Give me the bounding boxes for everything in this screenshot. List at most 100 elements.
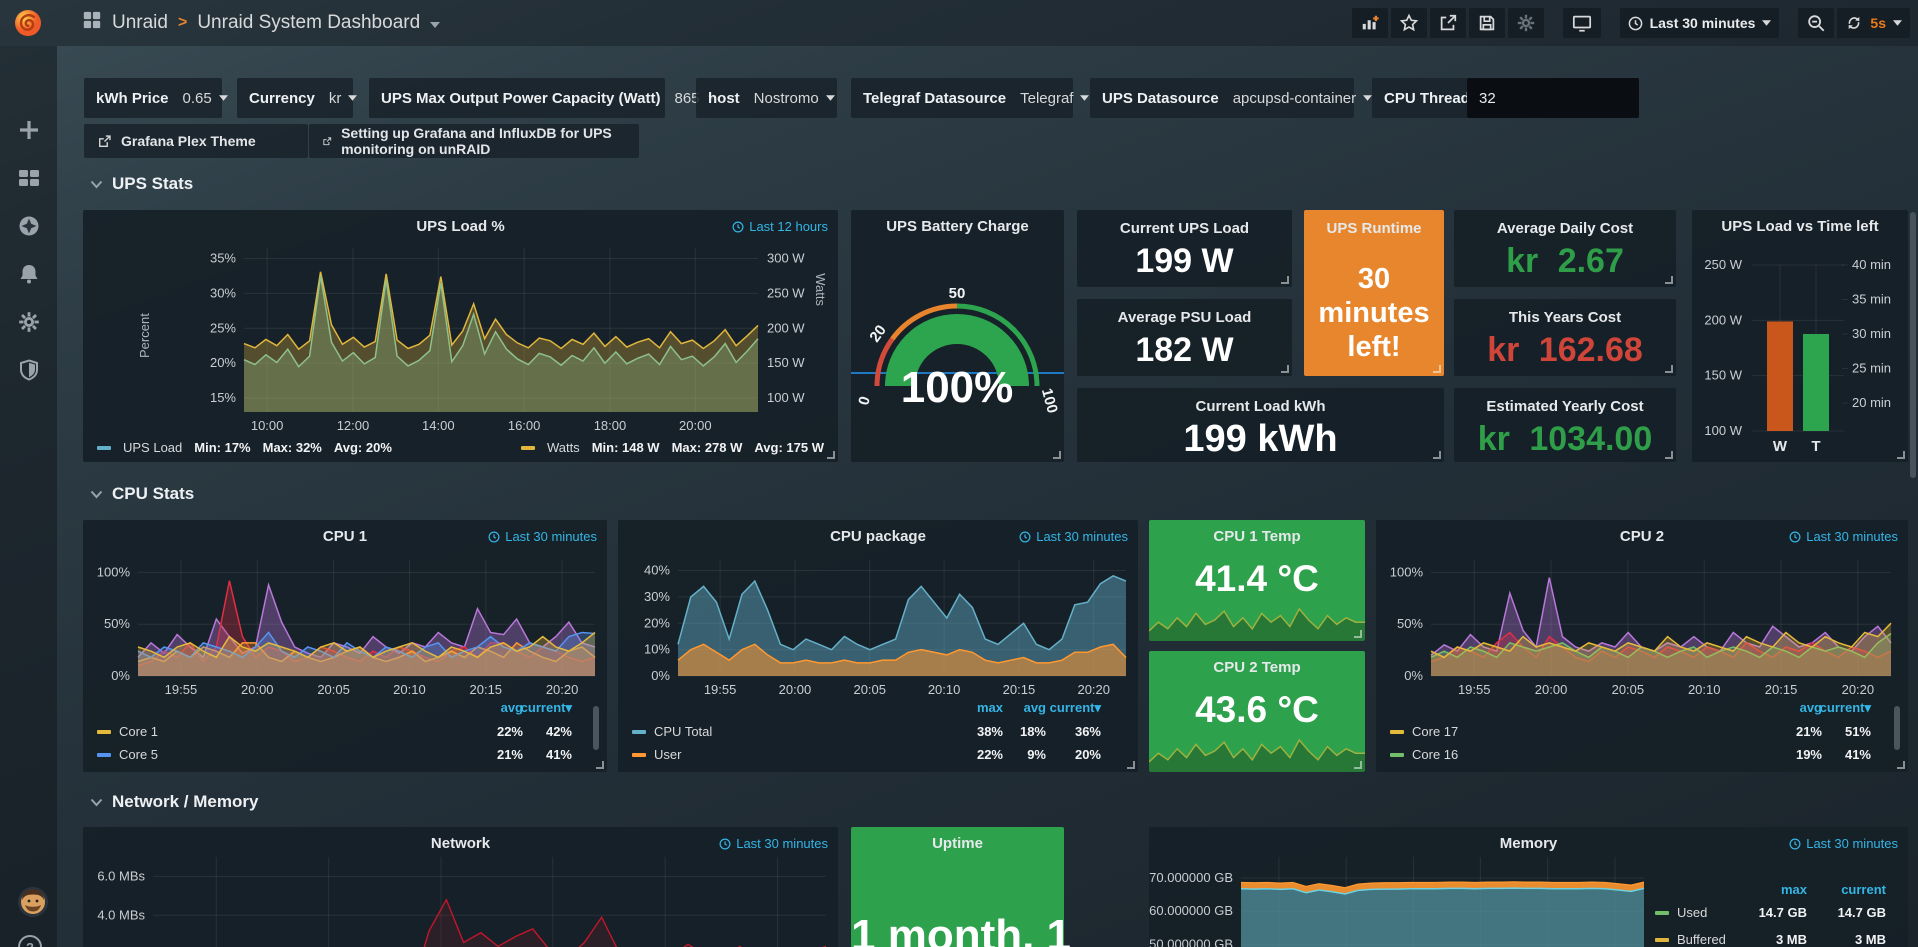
alerting-bell-icon[interactable] bbox=[17, 262, 41, 286]
svg-text:10:00: 10:00 bbox=[251, 418, 284, 433]
refresh-button[interactable]: 5s bbox=[1837, 8, 1910, 38]
configuration-gear-icon[interactable] bbox=[17, 310, 41, 334]
variable-label: UPS Max Output Power Capacity (Watt) bbox=[381, 90, 660, 107]
legend-series-name[interactable]: UPS Load bbox=[123, 440, 182, 455]
caret-down-icon bbox=[348, 95, 357, 101]
stat-title[interactable]: Average PSU Load bbox=[1077, 309, 1292, 326]
legend-text[interactable]: Used bbox=[1677, 905, 1707, 920]
dashboard-title[interactable]: Unraid System Dashboard bbox=[197, 12, 420, 34]
stat-title[interactable]: UPS Runtime bbox=[1304, 220, 1444, 237]
stat-value: 41.4 °C bbox=[1149, 558, 1365, 600]
variable-currency[interactable]: Currency kr bbox=[237, 78, 353, 118]
legend-scrollbar[interactable] bbox=[593, 706, 599, 750]
dashboards-icon[interactable] bbox=[17, 166, 41, 190]
svg-text:300 W: 300 W bbox=[767, 250, 805, 265]
legend-series-marker bbox=[97, 730, 111, 734]
legend-header: avg bbox=[1800, 700, 1822, 715]
stat-title[interactable]: Estimated Yearly Cost bbox=[1454, 398, 1676, 415]
link-ups-monitoring-guide[interactable]: Setting up Grafana and InfluxDB for UPS … bbox=[309, 124, 639, 158]
time-picker-button[interactable]: Last 30 minutes bbox=[1620, 8, 1780, 38]
stat-title[interactable]: Uptime bbox=[851, 835, 1064, 852]
legend-stat: Max: 32% bbox=[263, 440, 322, 455]
svg-text:50: 50 bbox=[949, 285, 966, 302]
variable-ups-datasource[interactable]: UPS Datasource apcupsd-container bbox=[1090, 78, 1354, 118]
legend-text[interactable]: Core 16 bbox=[1412, 747, 1458, 762]
stat-title[interactable]: This Years Cost bbox=[1454, 309, 1676, 326]
stat-title[interactable]: CPU 1 Temp bbox=[1149, 528, 1365, 545]
page-scrollbar[interactable] bbox=[1910, 212, 1916, 478]
legend-series[interactable]: UPS LoadMin: 17%Max: 32%Avg: 20% bbox=[97, 440, 392, 455]
network-chart[interactable]: 6.0 MBs4.0 MBs2.0 MBs bbox=[83, 827, 838, 947]
legend-text[interactable]: CPU Total bbox=[654, 724, 712, 739]
svg-text:4.0 MBs: 4.0 MBs bbox=[97, 907, 145, 922]
user-avatar[interactable] bbox=[17, 886, 41, 910]
ups-load-chart[interactable]: 35%30%25%20%15%300 W250 W200 W150 W100 W… bbox=[83, 210, 838, 462]
chevron-down-icon bbox=[90, 490, 103, 499]
star-button[interactable] bbox=[1391, 8, 1427, 38]
variable-ups-max-output[interactable]: UPS Max Output Power Capacity (Watt) 865 bbox=[369, 78, 665, 118]
zoom-out-button[interactable] bbox=[1798, 8, 1834, 38]
stat-title[interactable]: Average Daily Cost bbox=[1454, 220, 1676, 237]
explore-compass-icon[interactable] bbox=[17, 214, 41, 238]
grafana-logo-icon[interactable] bbox=[10, 5, 46, 41]
section-ups-stats[interactable]: UPS Stats bbox=[90, 174, 193, 194]
legend-series-marker bbox=[521, 446, 535, 450]
battery-gauge-plot[interactable]: 02050100100% bbox=[851, 210, 1064, 462]
help-icon[interactable]: ? bbox=[17, 934, 41, 947]
variable-value: kr bbox=[329, 90, 342, 107]
ups-bar-chart[interactable]: 250 W200 W150 W100 W40 min35 min30 min25… bbox=[1692, 210, 1908, 462]
server-admin-shield-icon[interactable] bbox=[17, 358, 41, 382]
panel-ups-load: UPS Load % Last 12 hours Percent Watts 3… bbox=[83, 210, 838, 462]
legend-header: avg bbox=[1024, 700, 1046, 715]
add-panel-button[interactable] bbox=[1352, 8, 1388, 38]
dashboard-caret-icon[interactable] bbox=[430, 12, 440, 34]
link-grafana-plex-theme[interactable]: Grafana Plex Theme bbox=[84, 124, 308, 158]
legend-text[interactable]: User bbox=[654, 747, 681, 762]
stat-uptime: Uptime 1 month, 1 bbox=[851, 827, 1064, 947]
legend-text[interactable]: Core 5 bbox=[119, 747, 158, 762]
legend-series-marker bbox=[1655, 911, 1669, 915]
stat-title[interactable]: CPU 2 Temp bbox=[1149, 659, 1365, 676]
legend-scrollbar[interactable] bbox=[1894, 706, 1900, 750]
legend-text[interactable]: Core 1 bbox=[119, 724, 158, 739]
section-cpu-stats[interactable]: CPU Stats bbox=[90, 484, 194, 504]
stat-value: kr 1034.00 bbox=[1454, 420, 1676, 459]
stat-current-ups-load: Current UPS Load 199 W bbox=[1077, 210, 1292, 287]
section-network-memory[interactable]: Network / Memory bbox=[90, 792, 258, 812]
legend-series[interactable]: WattsMin: 148 WMax: 278 WAvg: 175 W bbox=[521, 440, 824, 455]
dashboards-grid-icon[interactable] bbox=[82, 10, 102, 36]
legend-series-name[interactable]: Watts bbox=[547, 440, 580, 455]
ups_load-plot[interactable]: 35%30%25%20%15%300 W250 W200 W150 W100 W… bbox=[83, 210, 838, 462]
legend-text[interactable]: Buffered bbox=[1677, 932, 1726, 947]
legend-header: current bbox=[1841, 882, 1886, 897]
variable-host[interactable]: host Nostromo bbox=[696, 78, 837, 118]
variable-value: Telegraf bbox=[1020, 90, 1073, 107]
cpu-threads-input[interactable]: 32 bbox=[1467, 78, 1639, 118]
stat-cpu2-temp: CPU 2 Temp 43.6 °C bbox=[1149, 651, 1365, 772]
legend-text: 20% bbox=[1075, 747, 1101, 762]
settings-gear-icon[interactable] bbox=[1508, 8, 1544, 38]
save-button[interactable] bbox=[1469, 8, 1505, 38]
legend-text: 42% bbox=[546, 724, 572, 739]
panel-cpu-package: CPU package Last 30 minutes 40%30%20%10%… bbox=[618, 520, 1138, 772]
battery-gauge[interactable]: 02050100100% bbox=[851, 210, 1064, 462]
network-plot[interactable]: 6.0 MBs4.0 MBs2.0 MBs bbox=[83, 827, 838, 947]
create-plus-icon[interactable] bbox=[17, 118, 41, 142]
ups-bar-plot[interactable]: 250 W200 W150 W100 W40 min35 min30 min25… bbox=[1692, 210, 1908, 462]
panel-ups-load-vs-time-left: UPS Load vs Time left 250 W200 W150 W100… bbox=[1692, 210, 1908, 462]
share-button[interactable] bbox=[1430, 8, 1466, 38]
caret-down-icon bbox=[1080, 95, 1089, 101]
legend-text[interactable]: Core 17 bbox=[1412, 724, 1458, 739]
link-label: Setting up Grafana and InfluxDB for UPS … bbox=[341, 125, 626, 157]
variable-telegraf-datasource[interactable]: Telegraf Datasource Telegraf bbox=[851, 78, 1073, 118]
tv-mode-button[interactable] bbox=[1563, 8, 1601, 38]
legend-series-marker bbox=[1655, 938, 1669, 942]
breadcrumb-app[interactable]: Unraid bbox=[112, 12, 168, 34]
stat-title[interactable]: Current UPS Load bbox=[1077, 220, 1292, 237]
stat-title[interactable]: Current Load kWh bbox=[1077, 398, 1444, 415]
svg-text:15%: 15% bbox=[210, 390, 236, 405]
variable-label: CPU Threads bbox=[1384, 90, 1478, 107]
stat-average-daily-cost: Average Daily Cost kr 2.67 bbox=[1454, 210, 1676, 287]
legend-text: 51% bbox=[1845, 724, 1871, 739]
variable-kwh-price[interactable]: kWh Price 0.65 bbox=[84, 78, 222, 118]
